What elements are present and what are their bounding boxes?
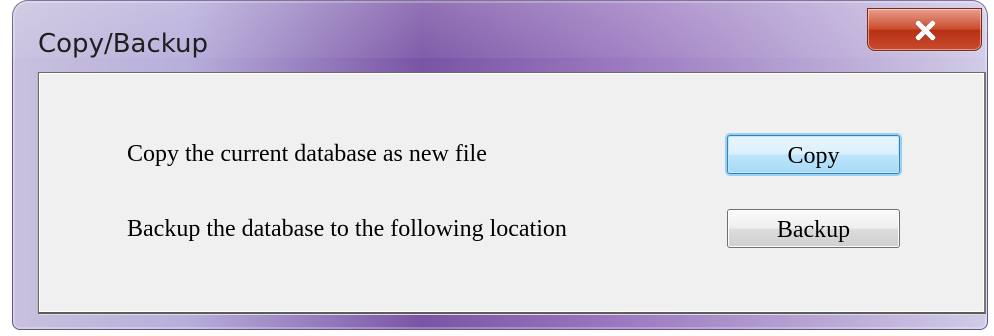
dialog-content-panel: Copy the current database as new file Co…	[38, 72, 986, 314]
copy-description: Copy the current database as new file	[127, 141, 487, 167]
backup-description: Backup the database to the following loc…	[127, 216, 567, 242]
copy-backup-dialog: Copy/Backup Copy the current database as…	[12, 0, 988, 330]
screenshot-page: Copy/Backup Copy the current database as…	[0, 0, 994, 336]
title-bar[interactable]: Copy/Backup	[12, 0, 988, 68]
close-button[interactable]	[867, 8, 982, 51]
backup-button[interactable]: Backup	[727, 209, 900, 248]
dialog-title: Copy/Backup	[38, 29, 209, 59]
close-icon	[912, 19, 938, 41]
copy-button[interactable]: Copy	[727, 135, 900, 174]
